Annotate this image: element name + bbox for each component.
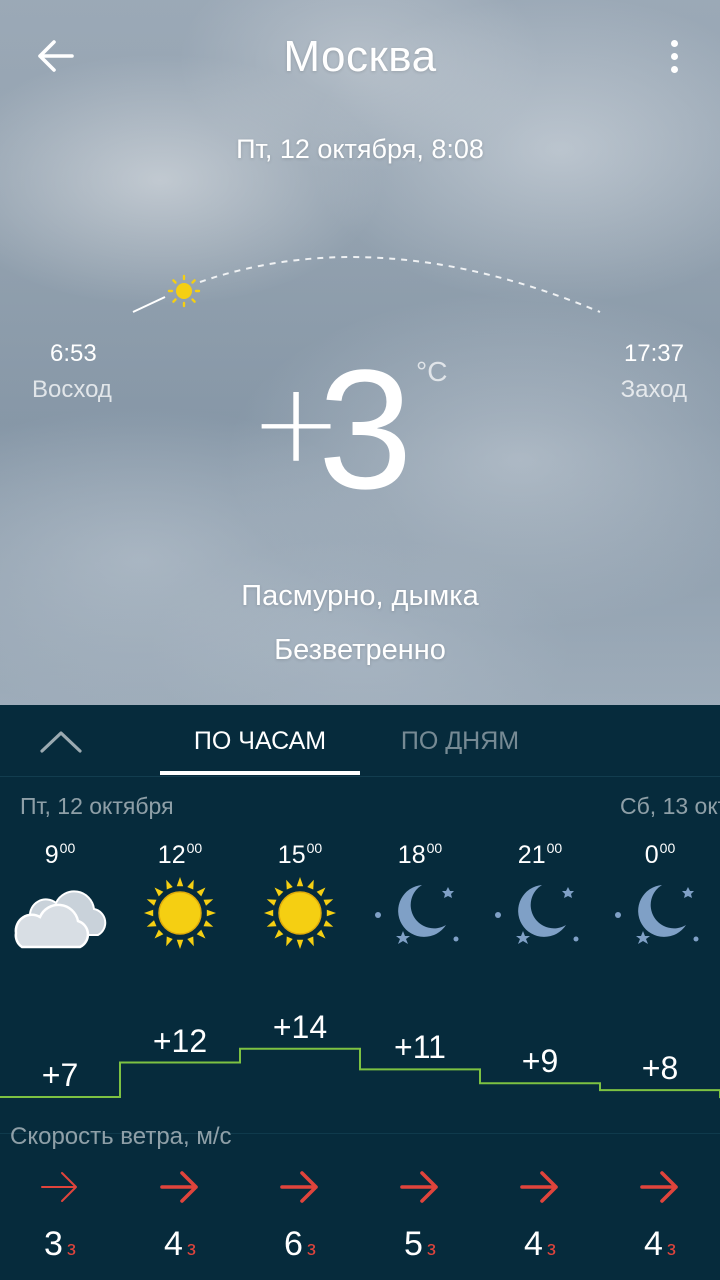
moon-icon bbox=[495, 885, 579, 944]
minutes-value: 00 bbox=[186, 840, 203, 856]
hour-value: 12 bbox=[157, 841, 186, 869]
wind-value: 4з bbox=[120, 1225, 240, 1264]
temperature-label: +14 bbox=[272, 1008, 328, 1045]
hour-value: 21 bbox=[517, 841, 546, 869]
tab-daily[interactable]: ПО ДНЯМ bbox=[360, 705, 560, 777]
wind-column: 5з bbox=[360, 1167, 480, 1267]
weather-hero: Москва Пт, 12 октября, 8:08 6:53 Восход … bbox=[0, 0, 720, 705]
sun-icon bbox=[264, 877, 336, 949]
hour-column: 1500 bbox=[240, 833, 360, 963]
cloudy-icon bbox=[14, 890, 107, 949]
weather-condition: Пасмурно, дымка bbox=[241, 580, 479, 612]
chevron-up-icon bbox=[40, 731, 82, 753]
hour-column: 900 bbox=[0, 833, 120, 963]
wind-arrow-right-icon bbox=[280, 1171, 318, 1203]
sun-icon bbox=[144, 877, 216, 949]
hour-time: 1200 bbox=[120, 833, 240, 870]
wind-column: 4з bbox=[120, 1167, 240, 1267]
temperature-label: +7 bbox=[41, 1057, 79, 1093]
minutes-value: 00 bbox=[659, 840, 676, 856]
collapse-button[interactable] bbox=[36, 719, 86, 763]
wind-direction: з bbox=[666, 1238, 677, 1260]
hour-time: 900 bbox=[0, 833, 120, 870]
wind-arrow-right-icon bbox=[41, 1172, 77, 1202]
wind-speed: 3 bbox=[43, 1225, 63, 1263]
minutes-value: 00 bbox=[546, 840, 563, 856]
wind-direction: з bbox=[66, 1238, 77, 1260]
sun-position-icon bbox=[167, 274, 201, 308]
temperature-label: +8 bbox=[641, 1050, 679, 1087]
wind-value: 5з bbox=[360, 1225, 480, 1264]
wind-value: 4з bbox=[480, 1225, 600, 1264]
wind-direction: з bbox=[306, 1238, 317, 1260]
day-label-tomorrow: Сб, 13 октября bbox=[620, 793, 720, 819]
temperature-label: +9 bbox=[521, 1043, 559, 1080]
moon-icon bbox=[615, 885, 699, 944]
hour-time: 000 bbox=[600, 833, 720, 870]
temperature-label: +12 bbox=[152, 1022, 208, 1059]
hour-time: 2100 bbox=[480, 833, 600, 870]
wind-arrow-right-icon bbox=[640, 1171, 678, 1203]
wind-column: 6з bbox=[240, 1167, 360, 1267]
minutes-value: 00 bbox=[306, 840, 323, 856]
wind-column: 3з bbox=[0, 1167, 120, 1267]
hour-value: 15 bbox=[277, 841, 306, 869]
wind-arrow-right-icon bbox=[160, 1171, 198, 1203]
hour-value: 0 bbox=[644, 841, 659, 869]
sunrise-label: Восход bbox=[32, 376, 112, 403]
current-temperature: 3 bbox=[318, 335, 413, 525]
hour-column: 000 bbox=[600, 833, 720, 963]
hour-value: 18 bbox=[397, 841, 426, 869]
wind-section-title: Скорость ветра, м/с bbox=[10, 1123, 232, 1150]
wind-speed: 6 bbox=[283, 1225, 303, 1263]
wind-value: 6з bbox=[240, 1225, 360, 1264]
temperature-unit: °C bbox=[416, 356, 448, 387]
hour-time: 1800 bbox=[360, 833, 480, 870]
wind-column: 4з bbox=[480, 1167, 600, 1267]
wind-description: Безветренно bbox=[274, 634, 446, 666]
hour-column: 1800 bbox=[360, 833, 480, 963]
hour-column: 2100 bbox=[480, 833, 600, 963]
wind-arrow-right-icon bbox=[400, 1171, 438, 1203]
wind-direction: з bbox=[426, 1238, 437, 1260]
minutes-value: 00 bbox=[59, 840, 76, 856]
wind-direction: з bbox=[186, 1238, 197, 1260]
temperature-label: +11 bbox=[394, 1029, 446, 1066]
wind-speed: 4 bbox=[163, 1225, 183, 1263]
day-label-today: Пт, 12 октября bbox=[20, 793, 174, 819]
forecast-tabs: ПО ЧАСАМ ПО ДНЯМ bbox=[0, 705, 720, 777]
wind-arrow-right-icon bbox=[520, 1171, 558, 1203]
wind-direction: з bbox=[546, 1238, 557, 1260]
wind-speed: 4 bbox=[523, 1225, 543, 1263]
forecast-panel: ПО ЧАСАМ ПО ДНЯМ Пт, 12 октября Сб, 13 о… bbox=[0, 705, 720, 1280]
hourly-forecast: 900 1200 1500 1800 2100 000 bbox=[0, 833, 720, 963]
wind-speed: 4 bbox=[643, 1225, 663, 1263]
moon-icon bbox=[375, 885, 459, 944]
minutes-value: 00 bbox=[426, 840, 443, 856]
wind-value: 4з bbox=[600, 1225, 720, 1264]
active-tab-indicator bbox=[160, 771, 360, 775]
sunset-time: 17:37 bbox=[623, 340, 684, 367]
sunset-label: Заход bbox=[620, 376, 687, 403]
sunrise-time: 6:53 bbox=[50, 340, 97, 367]
tab-hourly[interactable]: ПО ЧАСАМ bbox=[160, 705, 360, 777]
wind-speed: 5 bbox=[403, 1225, 423, 1263]
wind-value: 3з bbox=[0, 1225, 120, 1264]
hour-value: 9 bbox=[44, 841, 59, 869]
hour-column: 1200 bbox=[120, 833, 240, 963]
wind-column: 4з bbox=[600, 1167, 720, 1267]
hour-time: 1500 bbox=[240, 833, 360, 870]
